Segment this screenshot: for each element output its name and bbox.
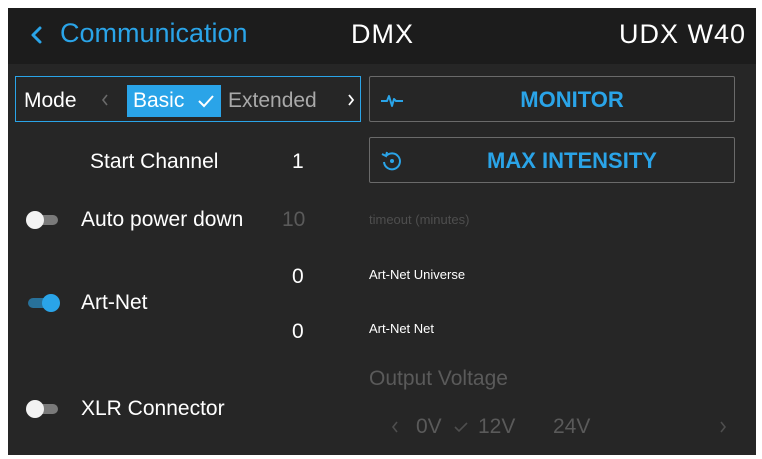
max-intensity-button-label: MAX INTENSITY	[487, 148, 657, 173]
chevron-left-icon[interactable]	[26, 20, 46, 50]
mode-selector[interactable]: Mode Basic Extended	[15, 76, 361, 122]
art-net-universe-value[interactable]: 0	[292, 265, 304, 289]
xlr-connector-label: XLR Connector	[81, 397, 225, 420]
dmx-settings-screen: Communication DMX UDX W40 Mode Basic Ext…	[8, 8, 756, 455]
art-net-net-label: Art-Net Net	[369, 321, 435, 336]
chevron-right-icon[interactable]	[718, 418, 728, 436]
art-net-universe-label: Art-Net Universe	[369, 267, 466, 282]
mode-label: Mode	[24, 89, 77, 112]
checkmark-icon	[454, 422, 468, 433]
monitor-button-label: MONITOR	[520, 87, 624, 112]
chevron-right-icon[interactable]	[346, 91, 356, 109]
toggle-knob	[42, 294, 60, 312]
auto-power-down-toggle[interactable]	[26, 210, 60, 229]
mode-option-basic[interactable]: Basic	[127, 85, 221, 117]
checkmark-icon	[198, 95, 214, 108]
voltage-option-24v[interactable]: 24V	[553, 415, 590, 439]
start-channel-value[interactable]: 1	[292, 150, 304, 174]
voltage-option-0v[interactable]: 0V	[416, 415, 442, 439]
mode-option-basic-label: Basic	[133, 89, 185, 112]
xlr-connector-toggle[interactable]	[26, 399, 60, 418]
auto-power-down-value[interactable]: 10	[282, 208, 305, 232]
timeout-label: timeout (minutes)	[369, 212, 470, 227]
output-voltage-label: Output Voltage	[369, 367, 508, 390]
header-bar: Communication DMX UDX W40	[8, 8, 756, 64]
art-net-toggle[interactable]	[26, 293, 60, 312]
art-net-net-value[interactable]: 0	[292, 320, 304, 344]
art-net-label: Art-Net	[81, 291, 148, 314]
chevron-left-icon[interactable]	[390, 418, 400, 436]
voltage-option-12v[interactable]: 12V	[478, 415, 515, 439]
toggle-knob	[26, 400, 44, 418]
toggle-knob	[26, 211, 44, 229]
chevron-left-icon[interactable]	[100, 91, 110, 109]
mode-option-extended[interactable]: Extended	[228, 89, 317, 113]
device-name: UDX W40	[618, 19, 746, 49]
back-button-label[interactable]: Communication	[60, 18, 248, 49]
monitor-button[interactable]: MONITOR	[369, 76, 735, 122]
auto-power-down-label: Auto power down	[81, 208, 244, 231]
start-channel-label: Start Channel	[90, 150, 219, 173]
max-intensity-button[interactable]: MAX INTENSITY	[369, 137, 735, 183]
page-title: DMX	[351, 19, 414, 49]
